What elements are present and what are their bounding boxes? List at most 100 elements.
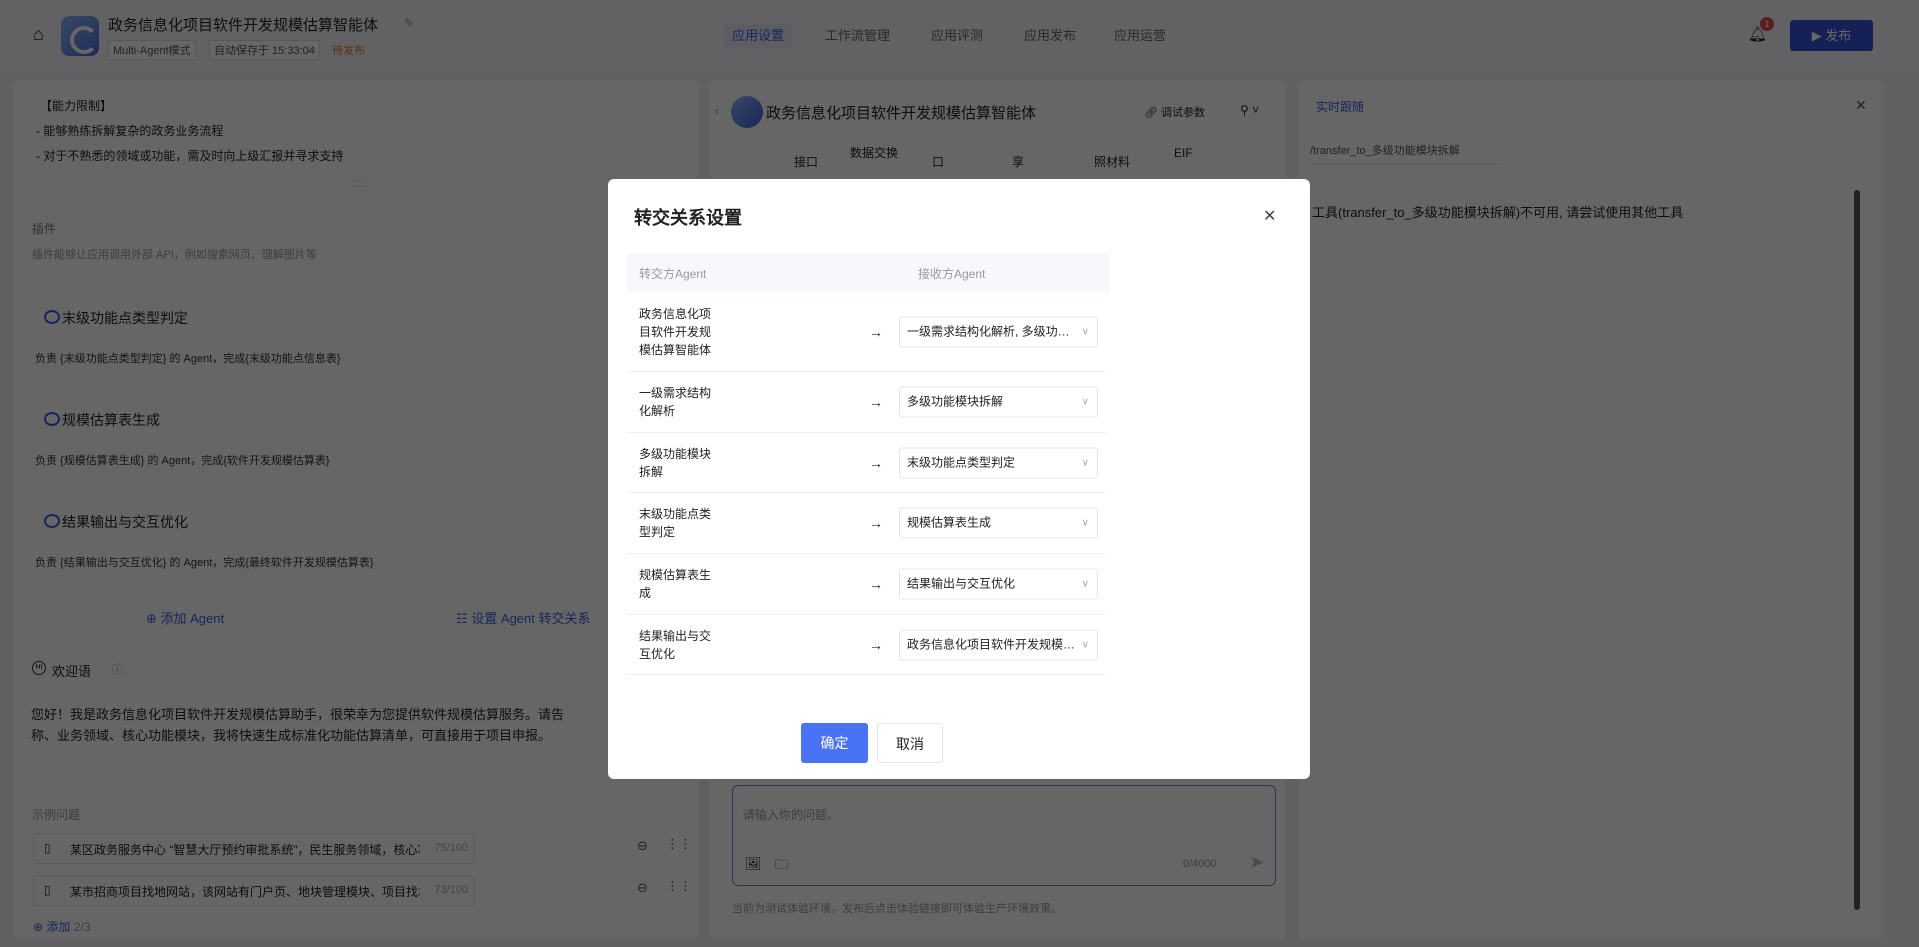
publish-label: 发布	[1825, 28, 1852, 43]
table-cell: 享	[1012, 155, 1025, 169]
back-chevron-icon[interactable]: ‹	[715, 104, 719, 118]
receiver-select[interactable]: 政务信息化项目软件开发规模估算智能体 ∨	[899, 629, 1098, 660]
tab-evaluation[interactable]: 应用评测	[923, 24, 991, 48]
chat-input[interactable]: 请输入你的问题。 🖼︎ 🗀 0/4000 ➤	[732, 785, 1276, 886]
image-icon[interactable]: 🖼︎	[745, 856, 762, 872]
example-text: 某区政务服务中心 “智慧大厅预约审批系统”，民生服务领域，核心功能含预约挂号	[70, 843, 420, 857]
robot-icon	[44, 514, 60, 528]
tab-operation[interactable]: 应用运营	[1106, 24, 1174, 48]
tab-live-follow[interactable]: 实时跟随	[1316, 98, 1364, 115]
add-example-label: 添加	[46, 920, 71, 934]
bulb-icon: ▯	[44, 841, 51, 855]
remove-icon[interactable]: ⊖	[637, 880, 648, 896]
add-agent-button[interactable]: ⊕ 添加 Agent	[146, 608, 224, 627]
receiver-select[interactable]: 多级功能模块拆解 ∨	[899, 386, 1098, 418]
capability-title: 【能力限制】	[40, 99, 113, 113]
help-icon[interactable]: ⓘ	[112, 661, 123, 677]
notification-badge: 1	[1760, 17, 1774, 31]
debug-title: 政务信息化项目软件开发规模估算智能体	[766, 105, 1037, 122]
from-agent: 末级功能点类型判定	[639, 507, 712, 539]
chevron-down-icon: ∨	[1081, 457, 1089, 468]
remove-icon[interactable]: ⊖	[637, 838, 648, 854]
plus-circle-icon: ⊕	[146, 611, 161, 626]
tab-app-settings[interactable]: 应用设置	[724, 24, 793, 48]
examples-title: 示例问题	[32, 808, 81, 822]
bulb-icon: ▯	[44, 883, 51, 897]
receiver-select[interactable]: 规模估算表生成 ∨	[899, 507, 1098, 539]
receiver-select[interactable]: 末级功能点类型判定 ∨	[899, 447, 1098, 478]
folder-icon[interactable]: 🗀	[775, 856, 788, 878]
app-title: 政务信息化项目软件开发规模估算智能体	[108, 17, 379, 34]
example-input[interactable]: ▯ 某市招商项目找地网站，该网站有门户页、地块管理模块、项目找地模块，帮我生 7…	[33, 875, 475, 906]
add-example-button[interactable]: ⊕ 添加 2/3	[33, 918, 90, 935]
transfer-row: 结果输出与交互优化 → 政务信息化项目软件开发规模估算智能体 ∨	[627, 615, 1106, 675]
table-cell: 接口	[794, 155, 819, 169]
receiver-select[interactable]: 结果输出与交互优化 ∨	[899, 568, 1098, 600]
agent-avatar	[731, 96, 763, 128]
broom-icon[interactable]: ⚲ ˅	[1240, 103, 1259, 117]
robot-icon	[44, 310, 60, 324]
chevron-down-icon: ∨	[1081, 578, 1089, 590]
agent-desc: 负责 {规模估算表生成} 的 Agent，完成{软件开发规模估算表}	[35, 455, 330, 467]
table-header: 转交方Agent 接收方Agent	[627, 253, 1110, 293]
app-logo	[61, 16, 99, 56]
drag-handle-icon[interactable]: ⋮⋮	[666, 878, 692, 894]
trace-panel: 实时跟随 ✕ /transfer_to_多级功能模块拆解 工具(transfer…	[1298, 80, 1883, 940]
welcome-text-line[interactable]: 您好！我是政务信息化项目软件开发规模估算助手，很荣幸为您提供软件规模估算服务。请…	[31, 704, 564, 723]
robot-icon	[44, 412, 60, 426]
status-badge: 待发布	[332, 45, 365, 57]
char-count: 75/100	[434, 842, 468, 854]
transfer-row: 规模估算表生成 → 结果输出与交互优化 ∨	[627, 554, 1106, 615]
top-bar: ⌂ 政务信息化项目软件开发规模估算智能体 ✎ Multi-Agent模式 自动保…	[0, 0, 1919, 72]
agent-name[interactable]: 末级功能点类型判定	[62, 308, 188, 328]
welcome-text-line[interactable]: 称、业务领域、核心功能模块，我将快速生成标准化功能估算清单，可直接用于项目申报。	[31, 725, 551, 744]
config-panel: 【能力限制】 - 能够熟练拆解复杂的政务业务流程 - 对于不熟悉的领域或功能，需…	[14, 80, 698, 940]
trace-path[interactable]: /transfer_to_多级功能模块拆解	[1310, 142, 1500, 165]
receiver-select[interactable]: 一级需求结构化解析, 多级功能模块拆解 ∨	[899, 316, 1098, 348]
chevron-down-icon: ∨	[1081, 396, 1089, 408]
from-agent: 一级需求结构化解析	[639, 386, 712, 418]
settings-sliders-icon: ☷	[456, 611, 472, 626]
resize-handle[interactable]: ::::	[351, 176, 364, 190]
dialog-title: 转交关系设置	[634, 208, 742, 228]
set-transfer-button[interactable]: ☷ 设置 Agent 转交关系	[456, 608, 590, 627]
tab-publish[interactable]: 应用发布	[1016, 24, 1084, 48]
plus-circle-icon: ⊕	[33, 920, 47, 934]
receiver-value: 规模估算表生成	[907, 515, 992, 530]
receiver-value: 多级功能模块拆解	[907, 394, 1004, 409]
send-icon[interactable]: ➤	[1249, 852, 1264, 873]
home-icon[interactable]: ⌂	[33, 24, 44, 45]
arrow-right-icon: →	[869, 515, 883, 531]
example-text: 某市招商项目找地网站，该网站有门户页、地块管理模块、项目找地模块，帮我生	[70, 885, 420, 899]
mode-tag: Multi-Agent模式	[108, 40, 196, 60]
plugins-title: 插件	[32, 222, 57, 236]
add-agent-label: 添加 Agent	[160, 611, 225, 626]
from-agent: 规模估算表生成	[639, 568, 712, 600]
table-cell: 口	[932, 155, 945, 169]
table-cell: EIF	[1174, 146, 1193, 160]
trace-message: 工具(transfer_to_多级功能模块拆解)不可用, 请尝试使用其他工具	[1312, 205, 1684, 220]
cancel-button[interactable]: 取消	[877, 723, 943, 763]
confirm-button[interactable]: 确定	[801, 723, 868, 763]
drag-handle-icon[interactable]: ⋮⋮	[666, 836, 692, 852]
agent-name[interactable]: 结果输出与交互优化	[62, 512, 188, 532]
debug-params-button[interactable]: 🔗︎ 调试参数	[1144, 104, 1205, 120]
footer-note: 当前为测试体验环境，发布后点击体验链接即可体验生产环境效果。	[732, 903, 1062, 915]
publish-button[interactable]: ▶ 发布	[1790, 20, 1873, 51]
play-icon: ▶	[1811, 28, 1826, 43]
close-icon[interactable]: ✕	[1855, 97, 1867, 114]
scrollbar[interactable]	[1854, 190, 1860, 910]
edit-icon[interactable]: ✎	[404, 16, 414, 30]
receiver-value: 政务信息化项目软件开发规模估算智能体	[907, 637, 1077, 651]
close-icon[interactable]: ✕	[1263, 206, 1276, 226]
col-to: 接收方Agent	[918, 267, 986, 281]
capability-line: - 能够熟练拆解复杂的政务业务流程	[36, 124, 224, 138]
tab-workflow[interactable]: 工作流管理	[817, 24, 898, 48]
example-input[interactable]: ▯ 某区政务服务中心 “智慧大厅预约审批系统”，民生服务领域，核心功能含预约挂号…	[33, 833, 475, 864]
chevron-down-icon: ∨	[1081, 517, 1089, 529]
agent-name[interactable]: 规模估算表生成	[62, 410, 160, 430]
chevron-down-icon: ∨	[1081, 326, 1089, 338]
agent-desc: 负责 {末级功能点类型判定} 的 Agent，完成{末级功能点信息表}	[35, 353, 341, 365]
transfer-row: 政务信息化项目软件开发规模估算智能体 → 一级需求结构化解析, 多级功能模块拆解 ∨	[627, 293, 1106, 372]
link-icon: 🔗︎	[1144, 107, 1162, 119]
